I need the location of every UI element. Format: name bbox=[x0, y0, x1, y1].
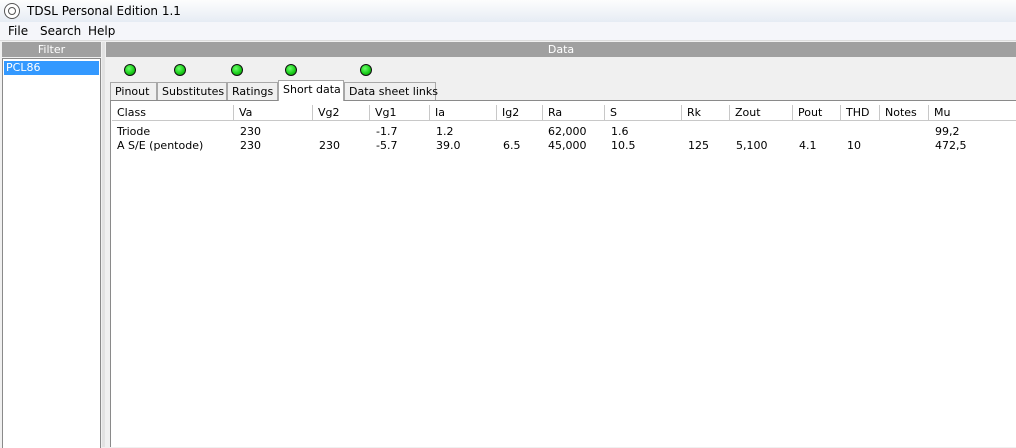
tab-substitutes[interactable]: Substitutes bbox=[157, 82, 227, 100]
cell-vg2: 230 bbox=[319, 139, 340, 152]
column-header-ia[interactable]: Ia bbox=[430, 105, 497, 121]
cell-pout: 4.1 bbox=[799, 139, 817, 152]
cell-vg1: -1.7 bbox=[376, 125, 398, 138]
cell-thd: 10 bbox=[847, 139, 861, 152]
title-bar: TDSL Personal Edition 1.1 bbox=[0, 0, 1016, 23]
cell-va: 230 bbox=[240, 125, 261, 138]
cell-class: Triode bbox=[117, 125, 151, 138]
column-header-pout[interactable]: Pout bbox=[793, 105, 841, 121]
cell-va: 230 bbox=[240, 139, 261, 152]
cell-ia: 1.2 bbox=[436, 125, 454, 138]
cell-ra: 62,000 bbox=[548, 125, 587, 138]
status-led-icon bbox=[231, 64, 243, 76]
panel-splitter[interactable] bbox=[102, 42, 105, 447]
column-header-va[interactable]: Va bbox=[234, 105, 313, 121]
column-header-vg2[interactable]: Vg2 bbox=[313, 105, 370, 121]
status-led-icon bbox=[174, 64, 186, 76]
column-header-vg1[interactable]: Vg1 bbox=[370, 105, 430, 121]
cell-class: A S/E (pentode) bbox=[117, 139, 204, 152]
filter-list[interactable]: PCL86 bbox=[2, 58, 101, 448]
column-header-ig2[interactable]: Ig2 bbox=[497, 105, 543, 121]
menu-file[interactable]: File bbox=[8, 24, 28, 38]
tab-pinout[interactable]: Pinout bbox=[110, 82, 157, 100]
cell-mu: 472,5 bbox=[935, 139, 967, 152]
column-header-notes[interactable]: Notes bbox=[880, 105, 929, 121]
filter-item-pcl86[interactable]: PCL86 bbox=[4, 61, 99, 75]
cell-s: 10.5 bbox=[611, 139, 636, 152]
cell-ia: 39.0 bbox=[436, 139, 461, 152]
column-header-rk[interactable]: Rk bbox=[682, 105, 730, 121]
column-header-zout[interactable]: Zout bbox=[730, 105, 793, 121]
cell-zout: 5,100 bbox=[736, 139, 768, 152]
column-header-ra[interactable]: Ra bbox=[543, 105, 605, 121]
column-header-class[interactable]: Class bbox=[112, 105, 234, 121]
menu-bar: File Search Help bbox=[0, 22, 1016, 41]
cell-ra: 45,000 bbox=[548, 139, 587, 152]
cell-ig2: 6.5 bbox=[503, 139, 521, 152]
status-led-icon bbox=[285, 64, 297, 76]
menu-help[interactable]: Help bbox=[88, 24, 115, 38]
menu-search[interactable]: Search bbox=[40, 24, 81, 38]
status-led-icon bbox=[124, 64, 136, 76]
column-header-s[interactable]: S bbox=[605, 105, 682, 121]
tab-data-sheet-links[interactable]: Data sheet links bbox=[344, 82, 438, 100]
cell-s: 1.6 bbox=[611, 125, 629, 138]
cell-vg1: -5.7 bbox=[376, 139, 398, 152]
column-header-thd[interactable]: THD bbox=[841, 105, 880, 121]
cell-rk: 125 bbox=[688, 139, 709, 152]
filter-header: Filter bbox=[2, 42, 101, 57]
column-header-mu[interactable]: Mu bbox=[929, 105, 1016, 121]
data-header: Data bbox=[106, 42, 1016, 57]
tab-ratings[interactable]: Ratings bbox=[227, 82, 278, 100]
tab-short-data[interactable]: Short data bbox=[278, 80, 344, 101]
window-title: TDSL Personal Edition 1.1 bbox=[27, 4, 181, 18]
status-led-icon bbox=[360, 64, 372, 76]
cell-mu: 99,2 bbox=[935, 125, 960, 138]
app-icon bbox=[4, 3, 20, 19]
